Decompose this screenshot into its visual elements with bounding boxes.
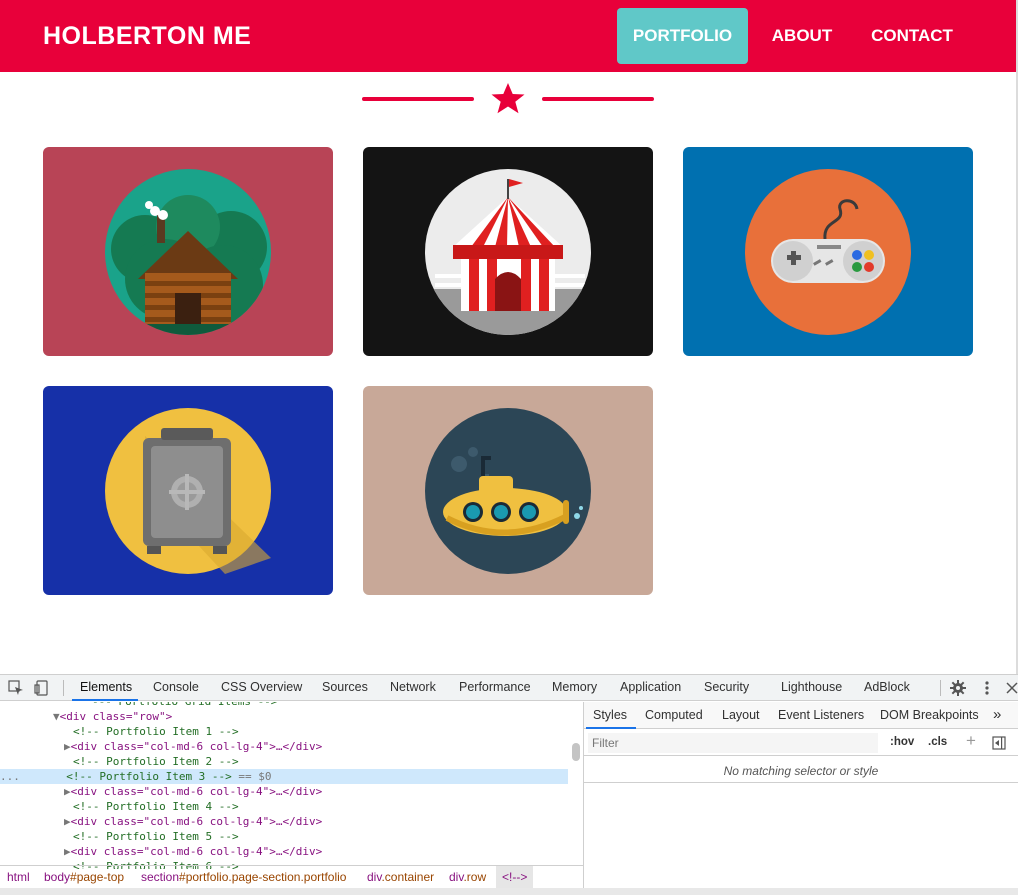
tab-application[interactable]: Application	[620, 680, 681, 694]
brand-link[interactable]: HOLBERTON ME	[43, 22, 251, 51]
breadcrumb-html[interactable]: html	[7, 870, 30, 884]
tab-event-listeners[interactable]: Event Listeners	[778, 708, 864, 722]
elements-dom-tree[interactable]: --- Portfolio Grid Items --> ▼<div class…	[0, 702, 583, 869]
styles-filter-input[interactable]	[588, 733, 878, 753]
tab-network[interactable]: Network	[390, 680, 436, 694]
filter-row: :hov .cls +	[584, 730, 1018, 756]
devtools-tabbar: Elements Console CSS Overview Sources Ne…	[0, 675, 1018, 701]
tab-elements[interactable]: Elements	[80, 680, 132, 694]
breadcrumb-section[interactable]: section#portfolio.page-section.portfolio	[141, 870, 346, 884]
tab-performance[interactable]: Performance	[459, 680, 531, 694]
tab-sources[interactable]: Sources	[322, 680, 368, 694]
star-icon	[491, 83, 525, 114]
breadcrumb-body[interactable]: body#page-top	[44, 870, 124, 884]
code-line-div[interactable]: ▶<div class="col-md-6 col-lg-4">…</div>	[64, 814, 583, 829]
code-line-comment[interactable]: <!-- Portfolio Item 5 -->	[73, 829, 583, 844]
circus-tent-icon	[425, 169, 591, 335]
tab-security[interactable]: Security	[704, 680, 749, 694]
cabin-icon	[105, 169, 271, 335]
breadcrumb-row[interactable]: div.row	[449, 870, 486, 884]
page: HOLBERTON ME PORTFOLIO ABOUT CONTACT Ele…	[0, 0, 1018, 895]
close-devtools-icon[interactable]	[1006, 681, 1018, 695]
new-style-rule-icon[interactable]: +	[966, 731, 976, 751]
cls-toggle[interactable]: .cls	[928, 736, 947, 748]
toolbar-divider	[940, 680, 941, 696]
devtools-bottom-bar	[0, 888, 1018, 895]
styles-tabbar: Styles Computed Layout Event Listeners D…	[584, 702, 1018, 729]
portfolio-item-safe[interactable]	[43, 386, 333, 595]
devtools-panel: Elements Console CSS Overview Sources Ne…	[0, 674, 1018, 895]
toggle-sidebar-icon[interactable]	[992, 736, 1006, 750]
code-line-div[interactable]: ▶<div class="col-md-6 col-lg-4">…</div>	[64, 739, 583, 754]
game-controller-icon	[745, 169, 911, 335]
nav-link-about[interactable]: ABOUT	[760, 8, 844, 64]
tab-lighthouse[interactable]: Lighthouse	[781, 680, 842, 694]
code-line-partial: --- Portfolio Grid Items -->	[92, 702, 583, 709]
nav-link-portfolio[interactable]: PORTFOLIO	[617, 8, 748, 64]
active-styles-tab-indicator	[586, 727, 636, 729]
active-tab-indicator	[72, 699, 138, 701]
inspect-element-icon[interactable]	[8, 680, 24, 696]
divider-star	[362, 83, 654, 114]
portfolio-item-cabin[interactable]	[43, 147, 333, 356]
more-tabs-icon[interactable]: »	[993, 706, 1001, 723]
elements-scrollbar[interactable]	[572, 743, 580, 761]
nav-link-contact[interactable]: CONTACT	[860, 8, 964, 64]
tab-css-overview[interactable]: CSS Overview	[221, 680, 302, 694]
settings-gear-icon[interactable]	[950, 680, 966, 696]
styles-pane: Styles Computed Layout Event Listeners D…	[584, 702, 1018, 895]
code-line-selected[interactable]: ... <!-- Portfolio Item 3 --> == $0	[0, 769, 568, 784]
toolbar-divider	[63, 680, 64, 696]
code-line-comment[interactable]: <!-- Portfolio Item 2 -->	[73, 754, 583, 769]
tab-computed[interactable]: Computed	[645, 708, 703, 722]
tab-dom-breakpoints[interactable]: DOM Breakpoints	[880, 708, 979, 722]
code-line-comment[interactable]: <!-- Portfolio Item 4 -->	[73, 799, 583, 814]
code-line-comment[interactable]: <!-- Portfolio Item 1 -->	[73, 724, 583, 739]
portfolio-item-submarine[interactable]	[363, 386, 653, 595]
breadcrumb-container[interactable]: div.container	[367, 870, 434, 884]
navbar: HOLBERTON ME PORTFOLIO ABOUT CONTACT	[0, 0, 1016, 72]
tab-styles[interactable]: Styles	[593, 708, 627, 722]
breadcrumb: html body#page-top section#portfolio.pag…	[0, 865, 583, 888]
device-toolbar-icon[interactable]	[34, 680, 50, 696]
code-line-div[interactable]: ▶<div class="col-md-6 col-lg-4">…</div>	[64, 844, 583, 859]
more-options-icon[interactable]	[982, 680, 992, 696]
hov-toggle[interactable]: :hov	[890, 736, 914, 748]
portfolio-item-circus[interactable]	[363, 147, 653, 356]
code-line-div[interactable]: ▶<div class="col-md-6 col-lg-4">…</div>	[64, 784, 583, 799]
tab-console[interactable]: Console	[153, 680, 199, 694]
tab-layout[interactable]: Layout	[722, 708, 760, 722]
portfolio-item-game[interactable]	[683, 147, 973, 356]
code-line-row[interactable]: ▼<div class="row">	[53, 709, 583, 724]
safe-icon	[105, 408, 271, 574]
breadcrumb-comment[interactable]: <!-->	[496, 866, 534, 888]
styles-divider	[584, 782, 1018, 783]
tab-memory[interactable]: Memory	[552, 680, 597, 694]
submarine-icon	[425, 408, 591, 574]
tab-adblock[interactable]: AdBlock	[864, 680, 910, 694]
no-matching-style-message: No matching selector or style	[723, 764, 879, 778]
